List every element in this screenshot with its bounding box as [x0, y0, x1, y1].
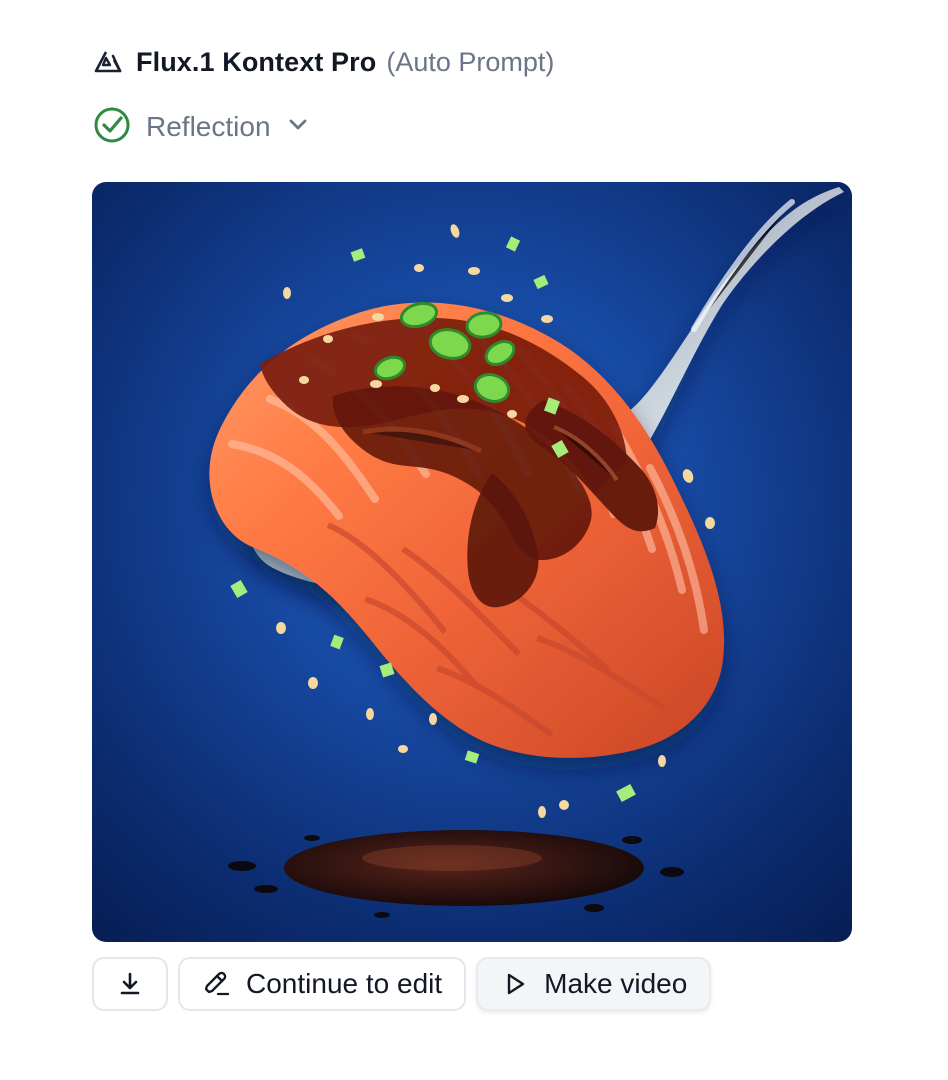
model-header: Flux.1 Kontext Pro (Auto Prompt) [92, 40, 554, 84]
make-video-button[interactable]: Make video [476, 957, 712, 1011]
reflection-label: Reflection [146, 111, 271, 142]
action-bar: Continue to edit Make video [92, 957, 712, 1011]
chevron-down-icon [285, 112, 311, 143]
salmon-image [209, 187, 844, 918]
model-subtitle: (Auto Prompt) [386, 46, 555, 77]
pencil-icon [202, 969, 232, 999]
download-button[interactable] [92, 957, 168, 1011]
check-circle-icon [92, 105, 132, 150]
generated-image[interactable] [92, 182, 852, 942]
download-icon [115, 969, 145, 999]
generation-card: Flux.1 Kontext Pro (Auto Prompt) Reflect… [0, 0, 948, 1080]
make-video-label: Make video [544, 968, 688, 999]
triangle-logo-icon [92, 46, 124, 78]
reflection-toggle[interactable]: Reflection [92, 106, 311, 148]
play-icon [500, 969, 530, 999]
continue-edit-label: Continue to edit [246, 968, 443, 999]
model-name: Flux.1 Kontext Pro [136, 46, 377, 77]
continue-edit-button[interactable]: Continue to edit [178, 957, 467, 1011]
